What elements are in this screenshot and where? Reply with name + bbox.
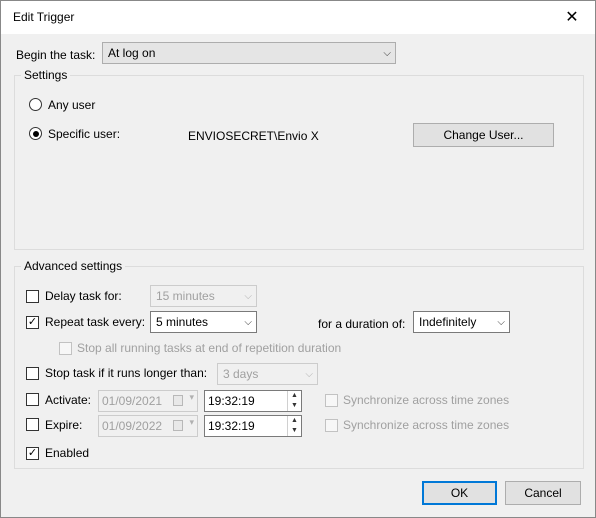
stop-all-checkbox[interactable] — [59, 342, 72, 355]
cancel-label: Cancel — [524, 486, 562, 500]
delay-task-dropdown[interactable]: 15 minutes ⌵ — [150, 285, 257, 307]
edit-trigger-dialog: Edit Trigger ✕ Begin the task: At log on… — [0, 0, 596, 518]
activate-time-spinner[interactable]: 19:32:19 ▲ ▼ — [204, 390, 302, 412]
activate-sync-checkbox[interactable] — [325, 394, 338, 407]
expire-sync-label: Synchronize across time zones — [343, 418, 510, 432]
spin-up-icon: ▲ — [291, 392, 298, 399]
expire-time-value: 19:32:19 — [208, 419, 255, 433]
repeat-task-label: Repeat task every: — [45, 315, 146, 329]
repeat-interval-value: 5 minutes — [156, 315, 209, 329]
spin-down-icon: ▼ — [291, 402, 298, 409]
repeat-task-checkbox[interactable]: ✓ — [26, 316, 39, 329]
chevron-down-icon: ⌵ — [497, 316, 505, 328]
stop-longer-dropdown[interactable]: 3 days ⌵ — [217, 363, 318, 385]
enabled-checkbox[interactable]: ✓ — [26, 447, 39, 460]
stop-all-label: Stop all running tasks at end of repetit… — [77, 341, 342, 355]
enabled-label: Enabled — [45, 446, 90, 460]
delay-task-label: Delay task for: — [45, 289, 122, 303]
change-user-button[interactable]: Change User... — [413, 123, 554, 147]
duration-dropdown[interactable]: Indefinitely ⌵ — [413, 311, 510, 333]
chevron-down-icon: ⌵ — [383, 47, 391, 59]
close-button[interactable]: ✕ — [549, 1, 595, 33]
chevron-down-icon: ⌵ — [244, 290, 252, 302]
expire-checkbox[interactable] — [26, 418, 39, 431]
settings-group — [14, 75, 584, 250]
calendar-icon — [173, 420, 183, 431]
ok-button[interactable]: OK — [422, 481, 497, 505]
chevron-down-icon: ▾ — [189, 417, 194, 427]
expire-date-picker[interactable]: 01/09/2022 ▾ — [98, 415, 198, 437]
chevron-down-icon: ⌵ — [305, 368, 313, 380]
spin-up-icon: ▲ — [291, 417, 298, 424]
begin-task-value: At log on — [108, 46, 156, 60]
activate-sync-label: Synchronize across time zones — [343, 393, 510, 407]
change-user-label: Change User... — [443, 128, 524, 142]
checkmark-icon: ✓ — [27, 447, 38, 459]
spin-down-icon: ▼ — [291, 427, 298, 434]
close-icon: ✕ — [565, 9, 579, 26]
any-user-label: Any user — [48, 98, 96, 112]
delay-task-value: 15 minutes — [156, 289, 215, 303]
spin-updown-icon[interactable]: ▲ ▼ — [287, 416, 301, 436]
dialog-title: Edit Trigger — [13, 10, 75, 24]
chevron-down-icon: ⌵ — [244, 316, 252, 328]
stop-longer-label: Stop task if it runs longer than: — [45, 366, 208, 380]
activate-time-value: 19:32:19 — [208, 394, 255, 408]
repeat-interval-dropdown[interactable]: 5 minutes ⌵ — [150, 311, 257, 333]
chevron-down-icon: ▾ — [189, 392, 194, 402]
begin-task-dropdown[interactable]: At log on ⌵ — [102, 42, 396, 64]
duration-label: for a duration of: — [318, 317, 406, 331]
specific-user-label: Specific user: — [48, 127, 121, 141]
expire-label: Expire: — [45, 418, 83, 432]
expire-time-spinner[interactable]: 19:32:19 ▲ ▼ — [204, 415, 302, 437]
cancel-button[interactable]: Cancel — [505, 481, 581, 505]
spin-updown-icon[interactable]: ▲ ▼ — [287, 391, 301, 411]
specific-user-radio[interactable] — [29, 127, 42, 140]
expire-date-value: 01/09/2022 — [102, 419, 163, 433]
activate-date-picker[interactable]: 01/09/2021 ▾ — [98, 390, 198, 412]
advanced-settings-legend: Advanced settings — [21, 259, 126, 273]
title-bar: Edit Trigger ✕ — [1, 1, 595, 34]
expire-sync-checkbox[interactable] — [325, 419, 338, 432]
begin-task-label: Begin the task: — [16, 48, 96, 62]
activate-label: Activate: — [45, 393, 92, 407]
settings-legend: Settings — [21, 68, 71, 82]
any-user-radio[interactable] — [29, 98, 42, 111]
delay-task-checkbox[interactable] — [26, 290, 39, 303]
activate-checkbox[interactable] — [26, 393, 39, 406]
calendar-icon — [173, 395, 183, 406]
ok-label: OK — [450, 486, 469, 500]
activate-date-value: 01/09/2021 — [102, 394, 163, 408]
duration-value: Indefinitely — [419, 315, 477, 329]
stop-longer-value: 3 days — [223, 367, 259, 381]
user-value: ENVIOSECRET\Envio X — [188, 129, 319, 143]
stop-longer-checkbox[interactable] — [26, 367, 39, 380]
checkmark-icon: ✓ — [27, 316, 38, 328]
